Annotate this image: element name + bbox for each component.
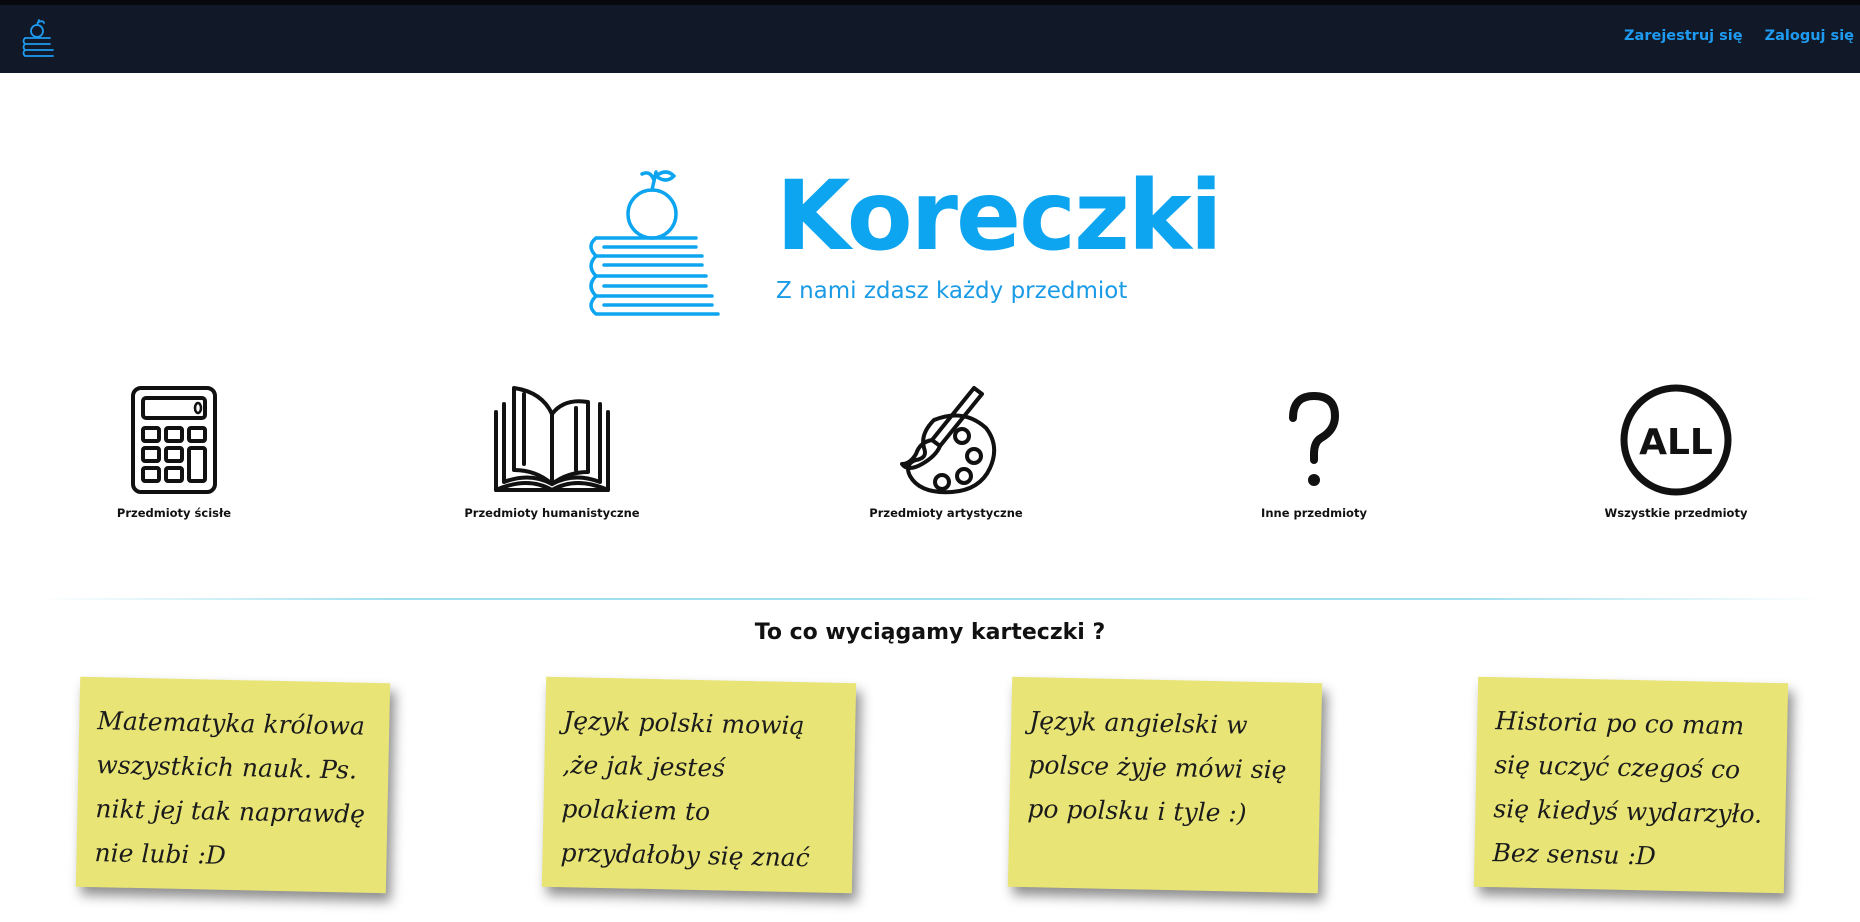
note-text: Matematyka królowa wszystkich nauk. Ps. … [94,706,366,870]
note-text: Historia po co mam się uczyć czegoś co s… [1492,706,1763,871]
section-title: To co wyciągamy karteczki ? [754,620,1106,645]
category-label: Przedmioty artystyczne [869,506,1023,520]
question-mark-icon [1289,391,1340,486]
register-link[interactable]: Zarejestruj się [1624,28,1743,44]
category-humanities[interactable]: Przedmioty humanistyczne [442,384,662,520]
login-link[interactable]: Zaloguj się [1765,28,1854,44]
category-label: Przedmioty humanistyczne [464,506,640,520]
sticky-note: Historia po co mam się uczyć czegoś co s… [1473,676,1789,894]
books-apple-icon[interactable] [20,17,58,59]
site-title: Koreczki [776,160,1223,272]
category-science[interactable]: Przedmioty ścisłe [94,384,254,520]
category-arts[interactable]: Przedmioty artystyczne [846,384,1046,520]
note-text: Język angielski w polsce żyje mówi się p… [1027,706,1287,828]
all-icon-text: ALL [1639,422,1713,463]
navbar: Zarejestruj się Zaloguj się [0,5,1860,73]
palette-icon [900,386,997,495]
category-label: Przedmioty ścisłe [116,506,232,520]
category-label: Wszystkie przedmioty [1604,506,1748,520]
sticky-note: Matematyka królowa wszystkich nauk. Ps. … [75,676,391,894]
all-circle-icon: ALL [1620,384,1732,496]
category-other[interactable]: Inne przedmioty [1244,384,1384,520]
category-all[interactable]: ALL Wszystkie przedmioty [1586,384,1766,520]
sticky-note: Język polski mowią ,że jak jesteś polaki… [541,676,857,894]
sticky-note: Język angielski w polsce żyje mówi się p… [1007,676,1323,894]
section-divider [40,598,1820,600]
hero: Koreczki Z nami zdasz każdy przedmiot [584,166,1234,326]
category-label: Inne przedmioty [1261,506,1367,520]
open-book-icon [494,386,610,492]
books-apple-icon [584,166,726,320]
site-subtitle: Z nami zdasz każdy przedmiot [776,278,1128,304]
calculator-icon [131,386,217,494]
note-text: Język polski mowią ,że jak jesteś polaki… [560,706,810,873]
